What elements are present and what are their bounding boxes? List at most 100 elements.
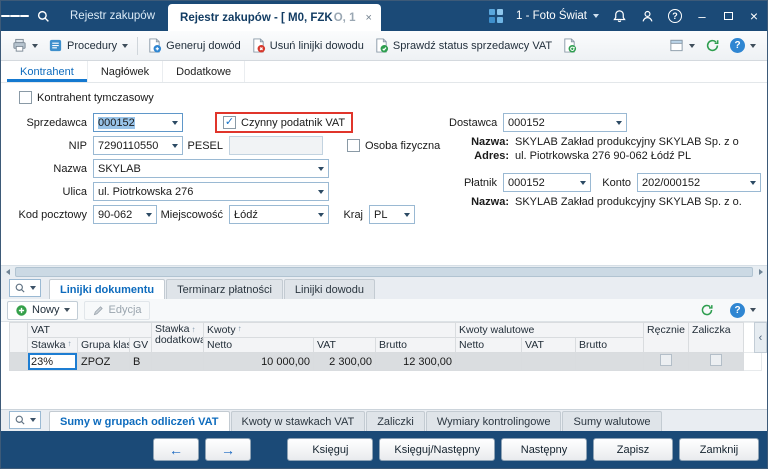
ksieguj-button[interactable]: Księguj: [287, 438, 374, 461]
dostawca-combo[interactable]: 000152: [503, 113, 627, 132]
kod-pocztowy-combo[interactable]: 90-062: [93, 205, 157, 224]
usun-linijki-button[interactable]: Usuń linijki dowodu: [246, 34, 369, 57]
tab-dodatkowe[interactable]: Dodatkowe: [163, 61, 246, 82]
help-icon[interactable]: [661, 1, 689, 31]
next-record-button[interactable]: [205, 438, 251, 461]
nazwa-combo[interactable]: SKYLAB: [93, 159, 329, 178]
notifications-bell-icon[interactable]: [605, 1, 633, 31]
scrollbar-thumb[interactable]: [15, 266, 753, 277]
summary-search-button[interactable]: [9, 411, 41, 429]
cell-stawka-dodatkowa[interactable]: [151, 352, 204, 371]
menu-icon[interactable]: [1, 1, 29, 31]
company-selector[interactable]: 1 - Foto Świat: [510, 10, 605, 22]
document-sync-button[interactable]: [557, 34, 582, 57]
ksieguj-nastepny-button[interactable]: Księguj/Następny: [379, 438, 495, 461]
osoba-fizyczna-checkbox[interactable]: [347, 139, 360, 152]
nastepny-button[interactable]: Następny: [501, 438, 587, 461]
maximize-button[interactable]: [715, 1, 741, 31]
czynny-podatnik-checkbox[interactable]: [223, 116, 236, 129]
layout-window-button[interactable]: [664, 34, 700, 57]
chevron-down-icon[interactable]: [142, 206, 156, 223]
miejscowosc-combo[interactable]: Łódź: [229, 205, 329, 224]
zaliczka-checkbox[interactable]: [710, 354, 723, 366]
search-icon[interactable]: [29, 1, 57, 31]
cell-w-netto[interactable]: [455, 352, 523, 371]
user-icon[interactable]: [633, 1, 661, 31]
tab-terminarz-platnosci[interactable]: Terminarz płatności: [166, 279, 283, 299]
sprzedawca-combo[interactable]: 000152: [93, 113, 183, 132]
cell-netto[interactable]: 10 000,00: [203, 352, 314, 371]
sprawdz-status-vat-button[interactable]: Sprawdź status sprzedawcy VAT: [369, 34, 557, 57]
close-button[interactable]: [741, 1, 767, 31]
grid-search-button[interactable]: [9, 279, 41, 297]
tab-wymiary-kontrolingowe[interactable]: Wymiary kontrolingowe: [425, 411, 562, 431]
zamknij-button[interactable]: Zamknij: [679, 438, 759, 461]
tab-sumy-w-grupach-odliczen-vat[interactable]: Sumy w grupach odliczeń VAT: [49, 411, 230, 431]
chevron-down-icon[interactable]: [400, 206, 414, 223]
chevron-down-icon[interactable]: [576, 174, 590, 191]
chevron-down-icon[interactable]: [314, 206, 328, 223]
recznie-checkbox[interactable]: [660, 354, 673, 366]
column-header-recznie[interactable]: Ręcznie: [643, 322, 690, 353]
tab-kwoty-w-stawkach-vat[interactable]: Kwoty w stawkach VAT: [230, 411, 366, 431]
tab-linijki-dowodu[interactable]: Linijki dowodu: [283, 279, 375, 299]
collapse-panel-icon[interactable]: [754, 322, 767, 353]
refresh-button[interactable]: [700, 34, 725, 57]
grid-help-button[interactable]: [725, 299, 761, 322]
column-header-netto[interactable]: Netto: [203, 337, 314, 353]
toolbar-help-button[interactable]: [725, 34, 761, 57]
nowy-button[interactable]: Nowy: [7, 300, 78, 320]
apps-grid-icon[interactable]: [482, 1, 510, 31]
column-header-w-netto[interactable]: Netto: [455, 337, 523, 353]
column-header-w-vat[interactable]: VAT: [521, 337, 577, 353]
row-selector-cell[interactable]: [9, 352, 28, 371]
column-header-stawka[interactable]: Stawka: [27, 337, 78, 353]
previous-record-button[interactable]: [153, 438, 199, 461]
column-header-stawka-dodatkowa[interactable]: Stawka dodatkowa: [151, 322, 204, 353]
column-header-gv[interactable]: GV: [129, 337, 152, 353]
konto-combo[interactable]: 202/000152: [637, 173, 761, 192]
cell-gv[interactable]: B: [129, 352, 152, 371]
kontrahent-tymczasowy-checkbox[interactable]: [19, 91, 32, 104]
cell-w-brutto[interactable]: [575, 352, 645, 371]
column-header-grupa-klas[interactable]: Grupa klas: [77, 337, 130, 353]
procedury-button[interactable]: Procedury: [43, 34, 133, 57]
cell-vat[interactable]: 2 300,00: [313, 352, 376, 371]
tab-zaliczki[interactable]: Zaliczki: [366, 411, 425, 431]
print-button[interactable]: [7, 34, 43, 57]
window-tab-rejestr-zakupow[interactable]: Rejestr zakupów: [57, 10, 168, 22]
chevron-down-icon[interactable]: [612, 114, 626, 131]
tab-sumy-walutowe[interactable]: Sumy walutowe: [562, 411, 662, 431]
tab-linijki-dokumentu[interactable]: Linijki dokumentu: [49, 279, 166, 299]
cell-grupa-klas[interactable]: ZPOZ: [77, 352, 130, 371]
cell-w-vat[interactable]: [521, 352, 577, 371]
platnik-combo[interactable]: 000152: [503, 173, 591, 192]
minimize-button[interactable]: [689, 1, 715, 31]
ulica-combo[interactable]: ul. Piotrkowska 276: [93, 182, 329, 201]
chevron-down-icon[interactable]: [314, 160, 328, 177]
chevron-down-icon[interactable]: [168, 137, 182, 154]
grid-refresh-button[interactable]: [695, 299, 719, 321]
close-tab-icon[interactable]: ×: [365, 12, 371, 24]
chevron-down-icon[interactable]: [746, 174, 760, 191]
cell-stawka[interactable]: 23%: [27, 352, 78, 371]
scroll-left-icon[interactable]: [1, 266, 14, 278]
tab-naglowek[interactable]: Nagłówek: [88, 61, 164, 82]
edycja-button[interactable]: Edycja: [83, 300, 150, 320]
nip-combo[interactable]: 7290110550: [93, 136, 183, 155]
cell-brutto[interactable]: 12 300,00: [374, 352, 457, 371]
column-header-zaliczka[interactable]: Zaliczka: [688, 322, 745, 353]
column-header-vat[interactable]: VAT: [313, 337, 376, 353]
column-header-w-brutto[interactable]: Brutto: [575, 337, 645, 353]
zapisz-button[interactable]: Zapisz: [593, 438, 673, 461]
chevron-down-icon[interactable]: [168, 114, 182, 131]
scroll-right-icon[interactable]: [754, 266, 767, 278]
kraj-combo[interactable]: PL: [369, 205, 415, 224]
window-tab-active-document[interactable]: Rejestr zakupów - [ M0, FZK O, 1 ×: [168, 4, 381, 31]
generuj-dowod-button[interactable]: Generuj dowód: [142, 34, 246, 57]
chevron-down-icon[interactable]: [314, 183, 328, 200]
pesel-field[interactable]: [229, 136, 323, 155]
column-header-brutto[interactable]: Brutto: [374, 337, 457, 353]
tab-kontrahent[interactable]: Kontrahent: [7, 61, 88, 82]
group-header-kwoty-walutowe: Kwoty walutowe: [455, 322, 645, 338]
